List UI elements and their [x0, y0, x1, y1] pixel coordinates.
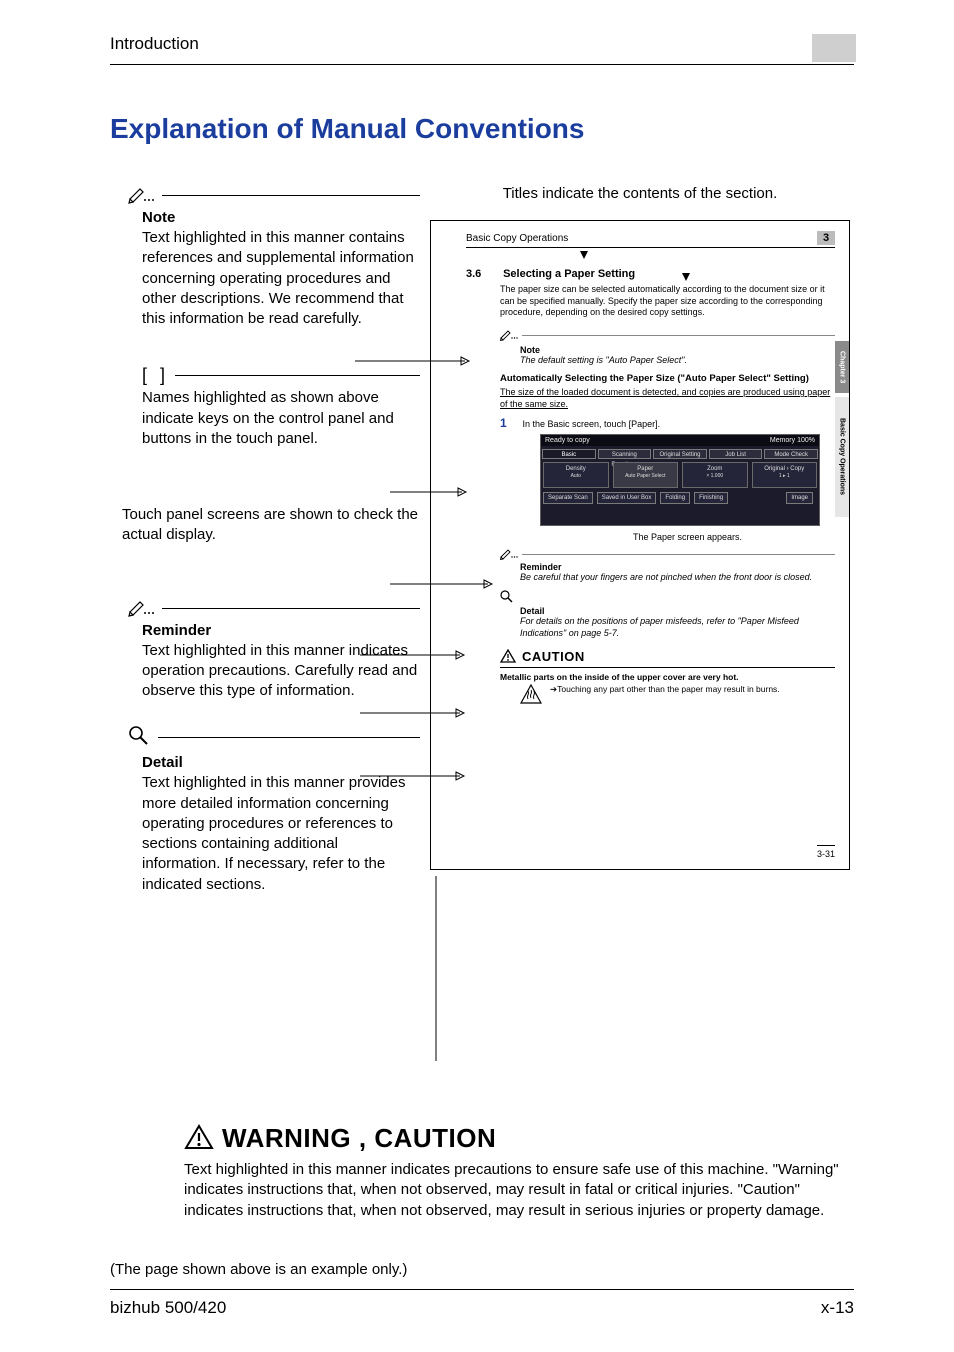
panel-tab: Mode Check: [764, 449, 818, 459]
footer-pagenum: x-13: [821, 1298, 854, 1318]
reminder-pencil-icon: [500, 548, 518, 562]
panel-cell: PaperAuto Paper Select: [613, 462, 679, 488]
detail-body: Text highlighted in this manner provides…: [142, 773, 420, 895]
warning-body: Text highlighted in this manner indicate…: [184, 1160, 854, 1221]
page-title: Explanation of Manual Conventions: [110, 113, 854, 145]
caution-triangle-icon: [500, 649, 516, 665]
sample-detail-body: For details on the positions of paper mi…: [520, 616, 835, 639]
sample-sidebar-section: Basic Copy Operations: [835, 397, 849, 517]
sample-after-panel: The Paper screen appears.: [540, 532, 835, 542]
sample-caution-body: Metallic parts on the inside of the uppe…: [500, 672, 835, 682]
panel-tab: Original Setting: [653, 449, 707, 459]
connector-arrow-icon: [360, 771, 470, 781]
connector-arrow-icon: [355, 243, 475, 363]
connector-arrow-icon: [360, 708, 470, 718]
warning-triangle-icon: [184, 1124, 214, 1153]
panel-button: Folding: [660, 492, 690, 504]
connector-arrow-icon: [360, 650, 470, 660]
sample-sidebar-chapter: Chapter 3: [835, 341, 849, 393]
panel-tab: Scanning Functions: [598, 449, 652, 459]
sample-running-head: Basic Copy Operations: [466, 233, 568, 244]
sample-caution-arrow-text: ➔Touching any part other than the paper …: [550, 684, 780, 706]
panel-cell: Zoom× 1.000: [682, 462, 748, 488]
panel-cell: DensityAuto: [543, 462, 609, 488]
sample-caution-label: CAUTION: [522, 649, 585, 664]
footer-model: bizhub 500/420: [110, 1298, 226, 1318]
page-margin-tab: [812, 34, 856, 62]
panel-button: Finishing: [694, 492, 728, 504]
sample-reminder-body: Be careful that your fingers are not pin…: [520, 572, 835, 582]
detail-magnifier-icon: [500, 590, 514, 606]
touchpanel-body: Touch panel screens are shown to check t…: [122, 505, 420, 546]
note-pencil-icon: [128, 185, 156, 205]
step-text: In the Basic screen, touch [Paper].: [523, 419, 661, 429]
reminder-heading: Reminder: [142, 622, 420, 639]
panel-title-left: Ready to copy: [545, 437, 590, 444]
sample-page-number: 3-31: [817, 845, 835, 859]
step-number: 1: [500, 416, 520, 430]
panel-title-right: Memory 100%: [770, 437, 815, 444]
panel-tab: Job List: [709, 449, 763, 459]
sample-subsection-heading: Automatically Selecting the Paper Size (…: [500, 373, 835, 384]
reminder-pencil-icon: [128, 598, 156, 618]
brackets-symbol: [ ]: [142, 365, 169, 386]
example-note: (The page shown above is an example only…: [110, 1261, 854, 1278]
titles-caption: Titles indicate the contents of the sect…: [430, 185, 850, 202]
panel-button: Separate Scan: [543, 492, 593, 504]
note-heading: Note: [142, 209, 420, 226]
warning-label: WARNING , CAUTION: [222, 1123, 496, 1154]
sample-note-body: The default setting is "Auto Paper Selec…: [520, 355, 835, 365]
detail-heading: Detail: [142, 754, 420, 771]
sample-chapter-number: 3: [817, 231, 835, 245]
sample-detail-heading: Detail: [520, 606, 835, 616]
panel-button: Saved in User Box: [597, 492, 657, 504]
brackets-body: Names highlighted as shown above indicat…: [142, 388, 420, 449]
sample-reminder-heading: Reminder: [520, 562, 835, 572]
sample-note-heading: Note: [520, 345, 835, 355]
sample-subsection-body: The size of the loaded document is detec…: [500, 387, 835, 410]
panel-button: Image: [786, 492, 813, 504]
hot-surface-icon: [520, 684, 542, 706]
note-pencil-icon: [500, 329, 518, 343]
touch-panel-screenshot: Ready to copy Memory 100% Basic Scanning…: [540, 434, 820, 526]
detail-magnifier-icon: [128, 725, 150, 750]
connector-line: [435, 876, 437, 1061]
running-head: Introduction: [110, 34, 854, 65]
sample-page: Basic Copy Operations 3 3.6 Selecting a …: [430, 220, 850, 870]
panel-tab: Basic: [542, 449, 596, 459]
connector-arrow-icon: [390, 487, 470, 497]
connector-arrow-icon: [390, 579, 496, 589]
panel-cell: Original › Copy1 ▸ 1: [752, 462, 818, 488]
sample-section-title: Selecting a Paper Setting: [503, 268, 635, 280]
sample-section-body: The paper size can be selected automatic…: [500, 284, 835, 319]
